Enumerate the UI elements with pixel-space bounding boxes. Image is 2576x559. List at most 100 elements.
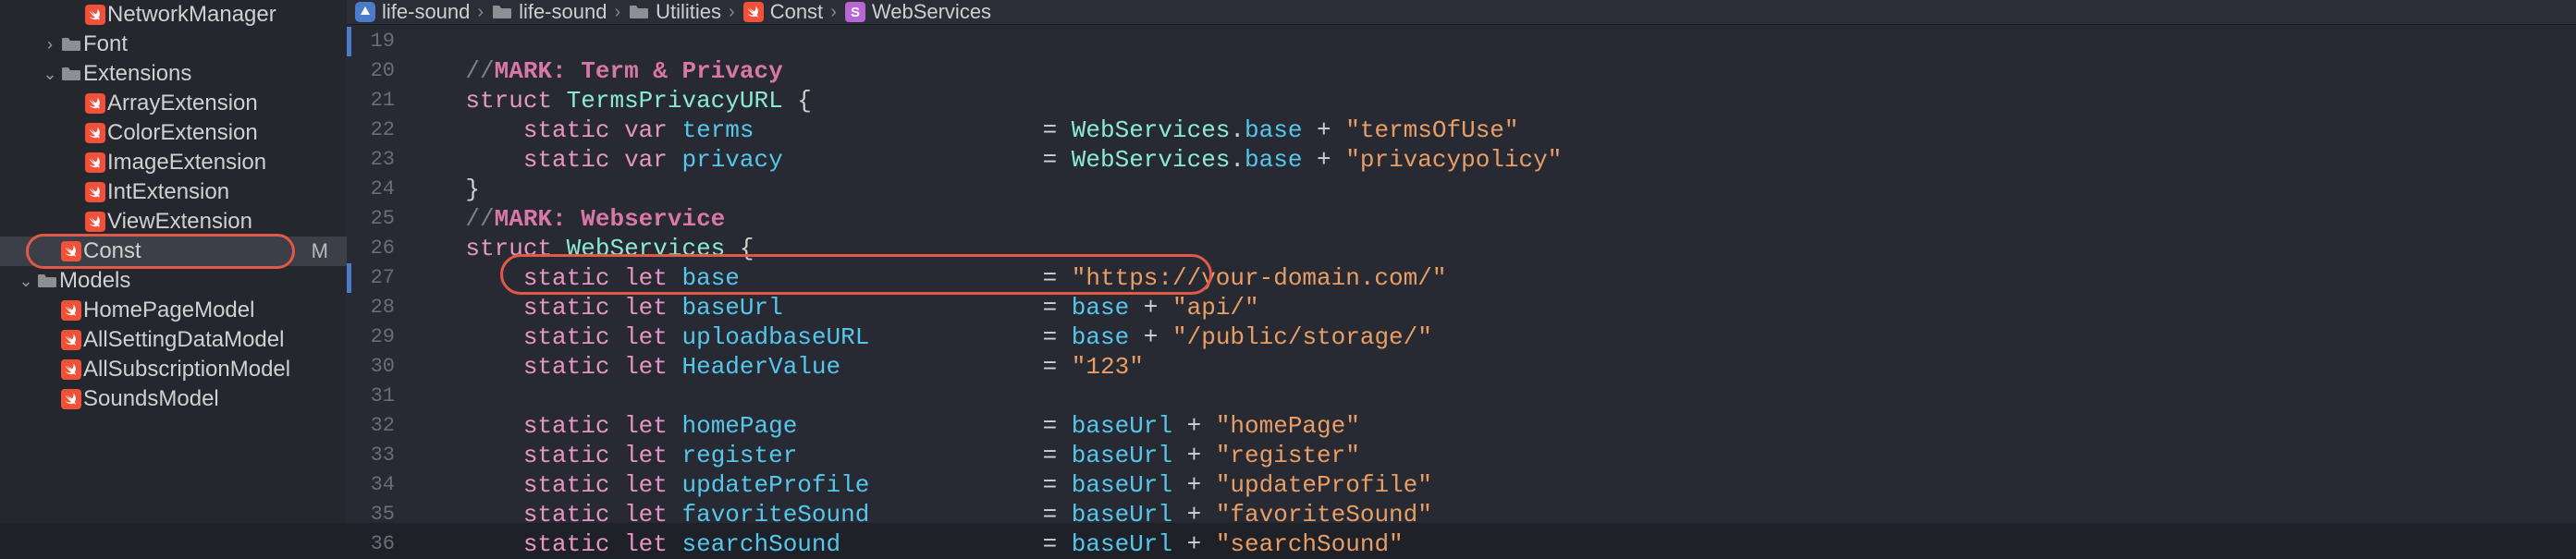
sidebar-item-colorextension[interactable]: ColorExtension — [0, 118, 347, 148]
line-number: 33 — [347, 441, 395, 470]
code-line[interactable] — [408, 27, 2576, 56]
swift-icon — [742, 1, 765, 23]
breadcrumb-label: Utilities — [656, 0, 721, 24]
line-number: 30 — [347, 352, 395, 382]
sidebar-item-label: Const — [83, 238, 312, 264]
sidebar-item-extensions[interactable]: ⌄ Extensions — [0, 59, 347, 89]
breadcrumb-label: Const — [770, 0, 823, 24]
sidebar-item-label: HomePageModel — [83, 298, 337, 323]
line-number: 21 — [347, 86, 395, 115]
sidebar-item-label: SoundsModel — [83, 386, 337, 412]
code-line[interactable]: static let base = "https://your-domain.c… — [408, 263, 2576, 293]
sidebar-item-models[interactable]: ⌄ Models — [0, 266, 347, 296]
breadcrumb-segment[interactable]: life-sound — [491, 0, 607, 24]
sidebar-item-label: ColorExtension — [107, 120, 337, 146]
breadcrumb-segment[interactable]: S WebServices — [844, 0, 991, 24]
line-number: 36 — [347, 529, 395, 559]
swift-icon — [59, 330, 83, 350]
folder-icon — [59, 36, 83, 53]
sidebar-item-intextension[interactable]: IntExtension — [0, 177, 347, 207]
line-gutter: 192021222324252627282930313233343536 — [347, 25, 408, 559]
breadcrumb-segment[interactable]: life-sound — [354, 0, 470, 24]
change-bar — [347, 27, 351, 56]
code-line[interactable]: static let searchSound = baseUrl + "sear… — [408, 529, 2576, 559]
sidebar-item-allsubscriptionmodel[interactable]: AllSubscriptionModel — [0, 355, 347, 384]
swift-icon — [83, 123, 107, 143]
line-number: 26 — [347, 234, 395, 263]
line-number: 28 — [347, 293, 395, 322]
line-number: 19 — [347, 27, 395, 56]
swift-icon — [59, 300, 83, 321]
line-number: 34 — [347, 470, 395, 500]
sidebar-item-imageextension[interactable]: ImageExtension — [0, 148, 347, 177]
code-line[interactable]: struct WebServices { — [408, 234, 2576, 263]
breadcrumb[interactable]: life-sound›life-sound›Utilities›Const›SW… — [347, 0, 2576, 25]
code-line[interactable]: //MARK: Term & Privacy — [408, 56, 2576, 86]
sidebar-item-label: AllSubscriptionModel — [83, 357, 337, 383]
sidebar-item-label: IntExtension — [107, 179, 337, 205]
code-line[interactable]: static let uploadbaseURL = base + "/publ… — [408, 322, 2576, 352]
line-number: 35 — [347, 500, 395, 529]
sidebar-item-arrayextension[interactable]: ArrayExtension — [0, 89, 347, 118]
chevron-right-icon: › — [828, 2, 839, 23]
sidebar-item-const[interactable]: ConstM — [0, 237, 347, 266]
code-line[interactable]: static let favoriteSound = baseUrl + "fa… — [408, 500, 2576, 529]
code-line[interactable] — [408, 382, 2576, 411]
folder-icon — [59, 66, 83, 82]
chevron-right-icon: › — [612, 2, 622, 23]
sidebar-item-label: Extensions — [83, 61, 337, 87]
breadcrumb-label: life-sound — [382, 0, 470, 24]
code-line[interactable]: static let HeaderValue = "123" — [408, 352, 2576, 382]
breadcrumb-segment[interactable]: Const — [742, 0, 823, 24]
breadcrumb-label: WebServices — [872, 0, 991, 24]
sidebar-item-homepagemodel[interactable]: HomePageModel — [0, 296, 347, 325]
code-line[interactable]: static let register = baseUrl + "registe… — [408, 441, 2576, 470]
sidebar-item-label: Models — [59, 268, 337, 294]
swift-icon — [59, 359, 83, 380]
code-line[interactable]: //MARK: Webservice — [408, 204, 2576, 234]
sidebar-item-allsettingdatamodel[interactable]: AllSettingDataModel — [0, 325, 347, 355]
folder-icon — [491, 1, 513, 23]
sidebar-item-networkmanager[interactable]: NetworkManager — [0, 0, 347, 30]
code-line[interactable]: } — [408, 175, 2576, 204]
breadcrumb-segment[interactable]: Utilities — [628, 0, 721, 24]
sidebar-item-label: AllSettingDataModel — [83, 327, 337, 353]
chevron-right-icon: › — [727, 2, 737, 23]
line-number: 24 — [347, 175, 395, 204]
code-area[interactable]: 192021222324252627282930313233343536 //M… — [347, 25, 2576, 559]
folder-icon — [35, 273, 59, 289]
swift-icon — [83, 152, 107, 173]
swift-icon — [59, 389, 83, 409]
breadcrumb-label: life-sound — [519, 0, 607, 24]
svg-text:S: S — [851, 5, 860, 20]
code-content[interactable]: //MARK: Term & Privacy struct TermsPriva… — [408, 25, 2576, 559]
line-number: 23 — [347, 145, 395, 175]
modified-badge: M — [312, 239, 337, 263]
sidebar-item-soundsmodel[interactable]: SoundsModel — [0, 384, 347, 414]
sidebar-item-font[interactable]: › Font — [0, 30, 347, 59]
folder-icon — [628, 1, 650, 23]
swift-icon — [83, 212, 107, 232]
line-number: 20 — [347, 56, 395, 86]
disclosure-icon[interactable]: ⌄ — [17, 272, 35, 291]
code-line[interactable]: static let baseUrl = base + "api/" — [408, 293, 2576, 322]
sidebar-item-label: NetworkManager — [107, 2, 337, 28]
line-number: 22 — [347, 115, 395, 145]
line-number: 29 — [347, 322, 395, 352]
sidebar-item-viewextension[interactable]: ViewExtension — [0, 207, 347, 237]
code-line[interactable]: static let homePage = baseUrl + "homePag… — [408, 411, 2576, 441]
code-line[interactable]: static var privacy = WebServices.base + … — [408, 145, 2576, 175]
file-navigator[interactable]: NetworkManager › Font ⌄ ExtensionsArrayExten… — [0, 0, 347, 523]
disclosure-icon[interactable]: › — [41, 35, 59, 55]
code-line[interactable]: static var terms = WebServices.base + "t… — [408, 115, 2576, 145]
sidebar-item-label: ViewExtension — [107, 209, 337, 235]
disclosure-icon[interactable]: ⌄ — [41, 65, 59, 84]
sidebar-item-label: Font — [83, 31, 337, 57]
swift-icon — [59, 241, 83, 261]
swift-icon — [83, 5, 107, 25]
code-line[interactable]: struct TermsPrivacyURL { — [408, 86, 2576, 115]
line-number: 25 — [347, 204, 395, 234]
app-icon — [354, 1, 376, 23]
code-line[interactable]: static let updateProfile = baseUrl + "up… — [408, 470, 2576, 500]
swift-icon — [83, 93, 107, 114]
